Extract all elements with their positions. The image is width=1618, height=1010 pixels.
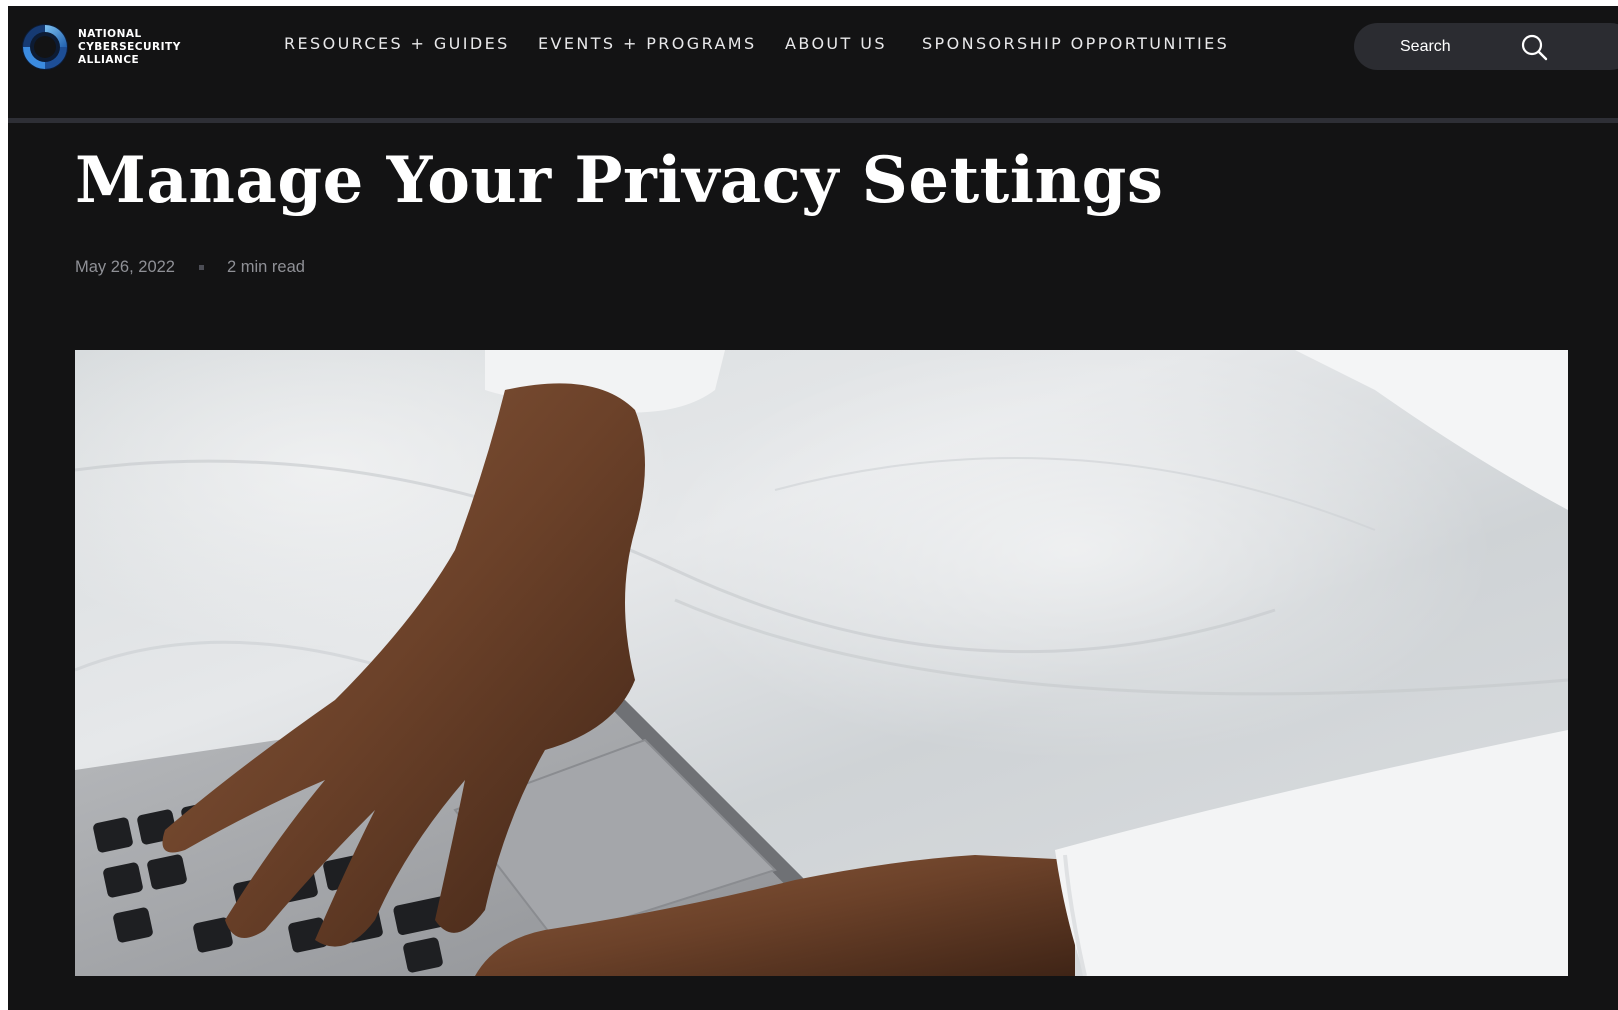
- nav-resources-guides[interactable]: RESOURCES + GUIDES: [284, 34, 510, 53]
- logo-line: CYBERSECURITY: [78, 40, 181, 53]
- logo-line: NATIONAL: [78, 27, 142, 40]
- logo-wordmark: NATIONAL CYBERSECURITY ALLIANCE: [78, 28, 181, 67]
- nav-events-programs[interactable]: EVENTS + PROGRAMS: [538, 34, 757, 53]
- hero-image: [75, 350, 1568, 976]
- logo-line: ALLIANCE: [78, 53, 140, 66]
- search-icon[interactable]: [1520, 33, 1548, 61]
- logo-icon: [22, 24, 68, 70]
- header-divider: [8, 118, 1618, 123]
- article-meta: May 26, 2022 2 min read: [75, 256, 305, 278]
- meta-separator: [198, 264, 204, 270]
- hero-illustration: [75, 350, 1568, 976]
- nav-sponsorship-opportunities[interactable]: SPONSORSHIP OPPORTUNITIES: [922, 34, 1229, 53]
- search-box: [1354, 23, 1618, 70]
- publish-date: May 26, 2022: [75, 257, 175, 276]
- page-title: Manage Your Privacy Settings: [75, 143, 1164, 218]
- site-logo[interactable]: NATIONAL CYBERSECURITY ALLIANCE: [20, 22, 181, 72]
- read-time: 2 min read: [226, 257, 305, 276]
- nav-about-us[interactable]: ABOUT US: [785, 34, 887, 53]
- page: NATIONAL CYBERSECURITY ALLIANCE RESOURCE…: [8, 6, 1618, 1010]
- site-header: NATIONAL CYBERSECURITY ALLIANCE RESOURCE…: [8, 6, 1618, 118]
